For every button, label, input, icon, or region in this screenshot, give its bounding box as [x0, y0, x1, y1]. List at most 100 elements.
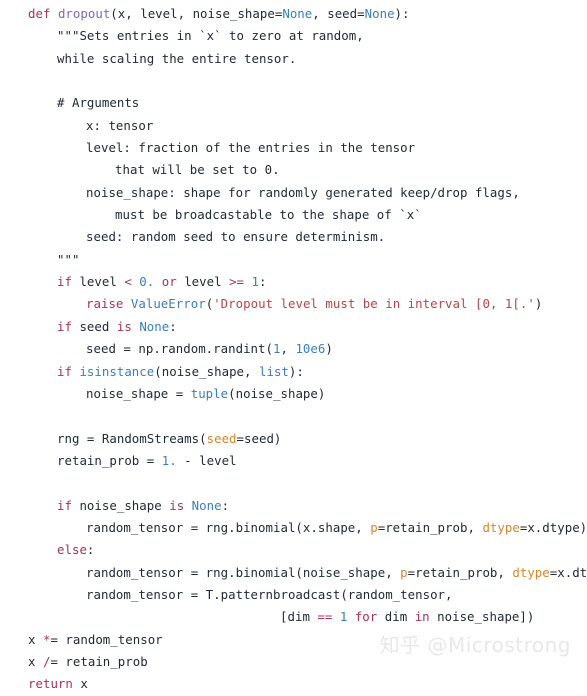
code-token-kw: for [354, 609, 378, 625]
code-token-plain: noise_shape = [86, 385, 191, 401]
code-token-doc: level: fraction of the entries in the te… [86, 140, 416, 156]
code-line: """Sets entries in `x` to zero at random… [0, 25, 587, 47]
code-token-plain: x [28, 631, 43, 647]
code-token-none: None [282, 6, 313, 21]
zhihu-watermark: 知乎 @Microstrong [379, 633, 571, 657]
code-token-kw: raise [86, 296, 124, 312]
code-token-str: 'Dropout level must be in interval [0, 1… [213, 296, 535, 312]
code-token-plain: ) [534, 296, 543, 312]
code-line: return x [0, 673, 587, 695]
code-line: seed = np.random.randint(1, 10e6) [0, 338, 587, 360]
code-token-op: == [317, 609, 333, 625]
code-line: noise_shape: shape for randomly generate… [0, 182, 587, 204]
code-token-plain: x [72, 676, 88, 692]
code-token-plain: ): [394, 6, 410, 21]
code-token-doc: x: tensor [86, 117, 154, 133]
code-token-plain: dim [377, 609, 415, 625]
code-line: random_tensor = rng.binomial(x.shape, p=… [0, 517, 587, 539]
code-token-plain: retain_prob = [57, 452, 162, 468]
code-line: random_tensor = T.patternbroadcast(rando… [0, 584, 587, 606]
code-token-doc: """Sets entries in `x` to zero at random… [57, 28, 364, 44]
code-token-plain: noise_shape]) [429, 609, 535, 625]
code-token-kw: is [169, 497, 185, 513]
code-token-kw: return [28, 676, 73, 692]
code-token-plain: , seed= [312, 6, 365, 21]
code-token-plain: ): [288, 363, 304, 379]
code-line: # Arguments [0, 92, 587, 114]
code-line: noise_shape = tuple(noise_shape) [0, 383, 587, 405]
code-token-plain: : [169, 318, 177, 334]
code-token-plain: =x.dtype) [519, 519, 587, 535]
code-token-plain: (noise_shape) [228, 385, 326, 401]
code-line: if noise_shape is None: [0, 495, 587, 517]
code-token-kwarg: dtype [482, 519, 520, 535]
code-token-kw: else [57, 542, 87, 558]
code-block: def dropout(x, level, noise_shape=None, … [0, 0, 587, 696]
code-token-builtin: isinstance [79, 363, 155, 379]
code-line: else: [0, 539, 587, 561]
code-token-plain: = retain_prob [50, 653, 148, 669]
code-token-fn: dropout [57, 6, 111, 21]
code-token-num: 1. [161, 452, 177, 468]
code-line: rng = RandomStreams(seed=seed) [0, 428, 587, 450]
code-token-comment: # Arguments [57, 95, 140, 111]
code-token-kw: if [57, 363, 72, 379]
code-token-plain: =retain_prob, [377, 519, 483, 535]
code-token-kwarg: dtype [512, 564, 550, 580]
code-line: """ [0, 249, 587, 271]
code-line: retain_prob = 1. - level [0, 450, 587, 472]
code-token-op: < [124, 274, 132, 290]
code-token-kwarg: seed [206, 430, 237, 446]
code-line: if level < 0. or level >= 1: [0, 271, 587, 293]
code-token-doc: that will be set to 0. [115, 162, 280, 178]
code-token-plain: level [71, 274, 125, 290]
code-token-plain: x [28, 653, 43, 669]
code-token-kw: or [161, 274, 177, 290]
code-token-plain: : [86, 542, 95, 558]
code-token-plain: =seed) [236, 430, 282, 446]
code-line: raise ValueError('Dropout level must be … [0, 293, 587, 315]
code-token-kw: in [414, 609, 430, 625]
code-token-builtin: tuple [190, 385, 229, 401]
code-line: x: tensor [0, 115, 587, 137]
code-token-plain: =x.dtype) [549, 564, 587, 580]
code-token-builtin: list [258, 363, 289, 379]
code-token-plain: noise_shape [71, 497, 170, 513]
code-line: if seed is None: [0, 316, 587, 338]
code-token-plain: random_tensor = rng.binomial(x.shape, [86, 519, 371, 535]
code-line: random_tensor = rng.binomial(noise_shape… [0, 562, 587, 584]
code-token-kw: def [28, 6, 51, 21]
code-token-plain: (noise_shape, [154, 363, 259, 379]
code-token-doc: noise_shape: shape for randomly generate… [86, 184, 520, 200]
code-token-op: >= [229, 274, 245, 290]
code-token-kwarg: p [370, 519, 378, 535]
code-token-kw: if [57, 497, 72, 513]
code-token-plain: random_tensor = T.patternbroadcast(rando… [86, 586, 453, 602]
code-token-plain: rng = RandomStreams( [57, 430, 207, 446]
code-token-plain: : [259, 274, 267, 290]
code-line: if isinstance(noise_shape, list): [0, 361, 587, 383]
code-token-plain: random_tensor = rng.binomial(noise_shape… [86, 564, 401, 580]
code-token-none: None [139, 318, 170, 334]
code-token-kwarg: p [400, 564, 408, 580]
code-token-plain: seed [71, 318, 117, 334]
code-token-doc: seed: random seed to ensure determinism. [86, 229, 386, 245]
code-line: must be broadcastable to the shape of `x… [0, 204, 587, 226]
code-token-plain: level [176, 274, 230, 290]
code-token-kw: if [57, 274, 72, 290]
code-line: level: fraction of the entries in the te… [0, 137, 587, 159]
code-token-num: 0. [139, 274, 155, 290]
code-token-doc: while scaling the entire tensor. [57, 50, 297, 66]
code-token-doc: must be broadcastable to the shape of `x… [115, 207, 422, 223]
code-token-plain: seed = np.random.randint( [86, 341, 273, 357]
code-token-none: None [364, 6, 395, 21]
